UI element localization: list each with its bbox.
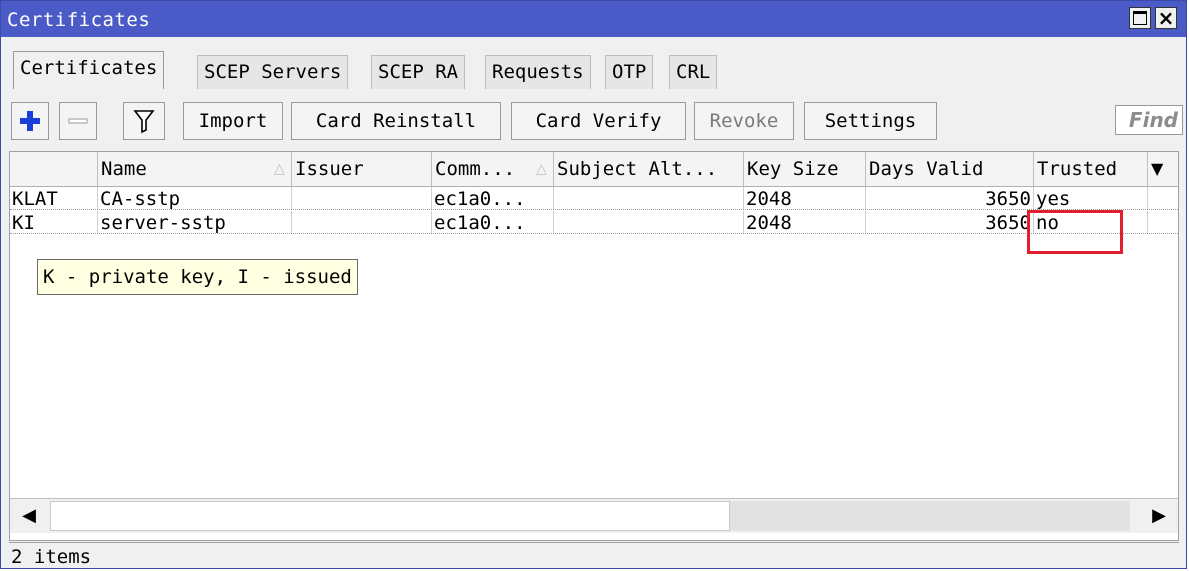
tab-requests[interactable]: Requests [485, 55, 591, 89]
column-name-label: Name [101, 158, 147, 180]
tab-bar: Certificates SCEP Servers SCEP RA Reques… [1, 41, 1186, 89]
table-header: Name △ Issuer Comm... △ Subject Alt... K… [10, 152, 1178, 187]
cell-flags: KI [10, 211, 98, 233]
maximize-icon[interactable] [1129, 7, 1151, 29]
funnel-icon [133, 110, 155, 134]
cell-key-size: 2048 [744, 187, 866, 209]
settings-button[interactable]: Settings [804, 102, 937, 140]
column-name[interactable]: Name △ [98, 152, 292, 186]
revoke-button[interactable]: Revoke [694, 102, 794, 140]
column-subject-alt[interactable]: Subject Alt... [554, 152, 744, 186]
column-days-valid[interactable]: Days Valid [866, 152, 1034, 186]
window-title: Certificates [7, 9, 151, 31]
table-row[interactable]: KI server-sstp ec1a0... 2048 3650 no [10, 211, 1178, 234]
tab-scep-ra[interactable]: SCEP RA [371, 55, 466, 89]
remove-button[interactable] [59, 102, 97, 140]
column-common-name[interactable]: Comm... △ [432, 152, 554, 186]
cell-flags: KLAT [10, 187, 98, 209]
horizontal-scrollbar[interactable]: ◀ ▶ [10, 498, 1178, 533]
certificates-window: Certificates × Certificates SCEP Servers… [0, 0, 1187, 569]
cell-common-name: ec1a0... [432, 187, 554, 209]
cell-issuer [292, 211, 432, 233]
filter-button[interactable] [123, 102, 165, 140]
cell-issuer [292, 187, 432, 209]
cell-common-name: ec1a0... [432, 211, 554, 233]
scroll-right-icon[interactable]: ▶ [1140, 499, 1178, 533]
card-reinstall-button[interactable]: Card Reinstall [291, 102, 501, 140]
plus-icon [20, 111, 40, 131]
column-common-name-label: Comm... [435, 158, 516, 180]
cell-trusted: yes [1034, 187, 1148, 209]
status-bar: 2 items [9, 542, 1179, 571]
add-button[interactable] [11, 102, 49, 140]
column-key-size[interactable]: Key Size [744, 152, 866, 186]
find-input[interactable]: Find [1115, 105, 1183, 135]
cell-name: server-sstp [98, 211, 292, 233]
certificates-table: Name △ Issuer Comm... △ Subject Alt... K… [9, 151, 1179, 541]
import-button[interactable]: Import [183, 102, 283, 140]
column-trusted[interactable]: Trusted [1034, 152, 1148, 186]
flags-tooltip: K - private key, I - issued [37, 259, 358, 295]
scrollbar-thumb[interactable] [50, 501, 730, 531]
scrollbar-track[interactable] [730, 501, 1130, 531]
item-count: 2 items [11, 546, 92, 568]
table-row[interactable]: KLAT CA-sstp ec1a0... 2048 3650 yes [10, 187, 1178, 210]
column-flags[interactable] [10, 152, 98, 186]
minus-icon [68, 118, 88, 124]
sort-icon: △ [536, 161, 547, 177]
toolbar: Import Card Reinstall Card Verify Revoke… [1, 97, 1186, 147]
column-menu-icon[interactable]: ▼ [1148, 152, 1178, 186]
sort-icon: △ [274, 161, 285, 177]
cell-name: CA-sstp [98, 187, 292, 209]
cell-key-size: 2048 [744, 211, 866, 233]
cell-days-valid: 3650 [866, 211, 1034, 233]
card-verify-button[interactable]: Card Verify [511, 102, 686, 140]
tab-otp[interactable]: OTP [605, 55, 654, 89]
tab-crl[interactable]: CRL [669, 55, 718, 89]
column-issuer[interactable]: Issuer [292, 152, 432, 186]
tab-scep-servers[interactable]: SCEP Servers [197, 55, 349, 89]
close-icon[interactable]: × [1155, 7, 1177, 29]
cell-days-valid: 3650 [866, 187, 1034, 209]
cell-subject-alt [554, 187, 744, 209]
tab-certificates[interactable]: Certificates [13, 51, 165, 89]
highlight-box [1027, 210, 1123, 254]
cell-subject-alt [554, 211, 744, 233]
scroll-left-icon[interactable]: ◀ [10, 499, 48, 533]
title-bar[interactable]: Certificates × [1, 1, 1186, 37]
